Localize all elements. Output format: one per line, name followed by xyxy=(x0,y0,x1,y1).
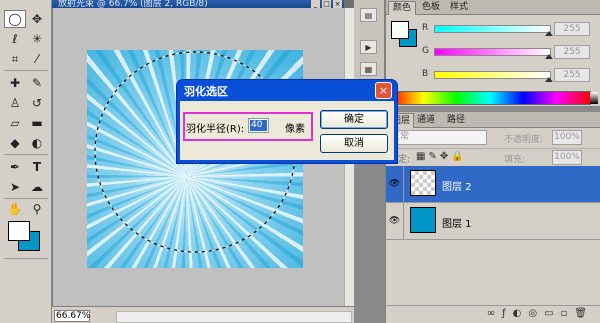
ok-button[interactable]: 确定 xyxy=(320,110,388,129)
layers-panel: 图层 通道 路径 正常 不透明度: 100% 锁定: ▦✎✥🔒 填充: 100%… xyxy=(385,112,600,323)
opacity-label: 不透明度: xyxy=(504,135,544,145)
eyedropper-tool-icon[interactable]: ⁄ xyxy=(26,50,48,68)
close-window-button[interactable]: × xyxy=(333,0,342,8)
toolbox: ◯ ✥ ℓ ✳ ⌗ ⁄ ✚ ✎ ♙ ↺ ▱ ▬ ◆ ◐ ✒ T ➤ ☁ ✋ ⚲ xyxy=(0,0,52,323)
tab-swatches[interactable]: 色板 xyxy=(418,1,444,14)
blue-value[interactable]: 255 xyxy=(554,68,590,82)
blue-slider[interactable] xyxy=(434,71,551,79)
shape-tool-icon[interactable]: ☁ xyxy=(26,178,48,196)
zoom-level[interactable]: 66.67% xyxy=(54,310,90,322)
status-bar: 66.67% xyxy=(52,306,354,323)
marquee-tool-icon[interactable]: ◯ xyxy=(4,10,26,28)
red-value[interactable]: 255 xyxy=(554,22,590,36)
layer-row-2[interactable]: 👁 图层 2 xyxy=(386,166,600,203)
green-channel-row: G 255 xyxy=(422,45,592,59)
feather-radius-label: 羽化半径(R): xyxy=(186,124,245,135)
brush-tool-icon[interactable]: ✎ xyxy=(26,74,48,92)
color-panel-tabs: 颜色 色板 样式 xyxy=(386,0,600,15)
move-tool-icon[interactable]: ✥ xyxy=(26,10,48,28)
hand-tool-icon[interactable]: ✋ xyxy=(4,200,26,218)
pen-tool-icon[interactable]: ✒ xyxy=(4,158,26,176)
history-brush-tool-icon[interactable]: ↺ xyxy=(26,94,48,112)
fill-field[interactable]: 100% xyxy=(552,150,582,165)
toolbox-divider xyxy=(4,198,48,199)
path-select-tool-icon[interactable]: ➤ xyxy=(4,178,26,196)
zoom-tool-icon[interactable]: ⚲ xyxy=(26,200,48,218)
horizontal-scrollbar[interactable] xyxy=(116,311,352,323)
dialog-close-button[interactable]: × xyxy=(375,82,392,99)
info-panel-icon[interactable]: ▦ xyxy=(360,62,377,76)
dodge-tool-icon[interactable]: ◐ xyxy=(26,134,48,152)
foreground-color-swatch[interactable] xyxy=(8,221,30,241)
actions-panel-icon[interactable]: ▶ xyxy=(360,40,377,54)
fill-label: 填充: xyxy=(504,155,526,165)
toolbox-divider xyxy=(4,258,48,259)
blue-channel-row: B 255 xyxy=(422,68,592,82)
tab-paths[interactable]: 路径 xyxy=(444,113,468,127)
panel-foreground-swatch[interactable] xyxy=(391,21,409,39)
dialog-title: 羽化选区 xyxy=(184,85,228,98)
visibility-eye-icon[interactable]: 👁 xyxy=(386,203,404,239)
color-panel: 颜色 色板 样式 R 255 G 255 B 255 xyxy=(385,0,600,106)
document-titlebar: 放射光束 @ 66.7% (图层 2, RGB/8) _ □ × xyxy=(52,0,344,9)
layers-panel-tabs: 图层 通道 路径 xyxy=(386,112,600,128)
layer-thumbnail xyxy=(410,170,436,196)
lasso-tool-icon[interactable]: ℓ xyxy=(4,30,26,48)
tab-styles[interactable]: 样式 xyxy=(446,1,472,14)
lock-row: 锁定: ▦✎✥🔒 填充: 100% xyxy=(386,148,600,166)
crop-tool-icon[interactable]: ⌗ xyxy=(4,50,26,68)
green-slider-handle[interactable] xyxy=(545,54,553,59)
feather-selection-dialog: 羽化选区 × 羽化半径(R): 40 像素 确定 取消 xyxy=(176,79,398,164)
eraser-tool-icon[interactable]: ▱ xyxy=(4,114,26,132)
green-slider[interactable] xyxy=(434,48,551,56)
gradient-tool-icon[interactable]: ▬ xyxy=(26,114,48,132)
history-panel-icon[interactable]: ▤ xyxy=(360,8,377,22)
tab-color[interactable]: 颜色 xyxy=(388,1,417,15)
blur-tool-icon[interactable]: ◆ xyxy=(4,134,26,152)
maximize-button[interactable]: □ xyxy=(322,0,331,8)
red-channel-label: R xyxy=(422,23,429,33)
visibility-eye-icon[interactable]: 👁 xyxy=(386,166,404,202)
red-slider[interactable] xyxy=(434,25,551,33)
stamp-tool-icon[interactable]: ♙ xyxy=(4,94,26,112)
layers-bottom-bar: ∞ƒ◐◎▭▫🗑 xyxy=(386,305,600,323)
magic-wand-tool-icon[interactable]: ✳ xyxy=(26,30,48,48)
blue-slider-handle[interactable] xyxy=(545,77,553,82)
pixels-unit-label: 像素 xyxy=(285,124,305,135)
blend-row: 正常 不透明度: 100% xyxy=(386,129,600,146)
blue-channel-label: B xyxy=(422,69,429,79)
color-spectrum-bar[interactable] xyxy=(389,91,598,105)
layer-row-1[interactable]: 👁 图层 1 xyxy=(386,203,600,240)
blend-mode-select[interactable]: 正常 xyxy=(387,130,487,145)
cancel-button[interactable]: 取消 xyxy=(320,134,388,153)
layer-name: 图层 1 xyxy=(442,219,472,230)
dialog-body: 羽化半径(R): 40 像素 确定 取消 xyxy=(180,101,394,160)
layer-thumbnail xyxy=(410,207,436,233)
layer-name: 图层 2 xyxy=(442,182,472,193)
red-channel-row: R 255 xyxy=(422,22,592,36)
tab-channels[interactable]: 通道 xyxy=(414,113,438,127)
lock-icons[interactable]: ▦✎✥🔒 xyxy=(416,151,467,162)
toolbox-divider xyxy=(4,70,48,71)
minimize-button[interactable]: _ xyxy=(311,0,320,8)
green-value[interactable]: 255 xyxy=(554,45,590,59)
healing-tool-icon[interactable]: ✚ xyxy=(4,74,26,92)
opacity-field[interactable]: 100% xyxy=(552,130,582,145)
feather-radius-input[interactable]: 40 xyxy=(248,118,269,133)
red-slider-handle[interactable] xyxy=(545,31,553,36)
layer-action-icons[interactable]: ∞ƒ◐◎▭▫🗑 xyxy=(487,308,594,319)
type-tool-icon[interactable]: T xyxy=(26,158,48,176)
green-channel-label: G xyxy=(422,46,429,56)
toolbox-divider xyxy=(4,154,48,155)
